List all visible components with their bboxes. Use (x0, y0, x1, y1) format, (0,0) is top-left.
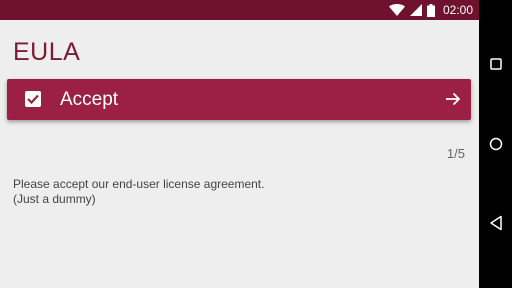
accept-button[interactable]: Accept (7, 79, 471, 120)
wifi-icon (388, 4, 405, 16)
status-icons: 02:00 (388, 0, 473, 20)
eula-text: Please accept our end-user license agree… (13, 177, 264, 207)
accept-label: Accept (60, 89, 119, 110)
accept-checkbox[interactable] (25, 91, 41, 107)
eula-text-line-1: Please accept our end-user license agree… (13, 177, 265, 191)
navigation-bar (479, 0, 512, 288)
checkmark-icon (27, 94, 39, 104)
signal-icon (409, 4, 422, 16)
eula-text-line-2: (Just a dummy) (13, 192, 96, 206)
app-screen: 02:00 EULA Accept 1/5 Please accept our … (0, 0, 479, 288)
home-icon (489, 137, 502, 151)
status-bar: 02:00 (0, 0, 479, 20)
home-button[interactable] (479, 129, 512, 159)
page-title: EULA (13, 38, 81, 66)
page-indicator: 1/5 (446, 146, 465, 161)
status-clock: 02:00 (442, 3, 473, 17)
recents-button[interactable] (479, 49, 512, 79)
battery-icon (426, 3, 435, 17)
back-icon (489, 215, 502, 231)
back-button[interactable] (479, 208, 512, 238)
arrow-right-icon[interactable] (445, 91, 461, 112)
recents-icon (489, 58, 502, 70)
